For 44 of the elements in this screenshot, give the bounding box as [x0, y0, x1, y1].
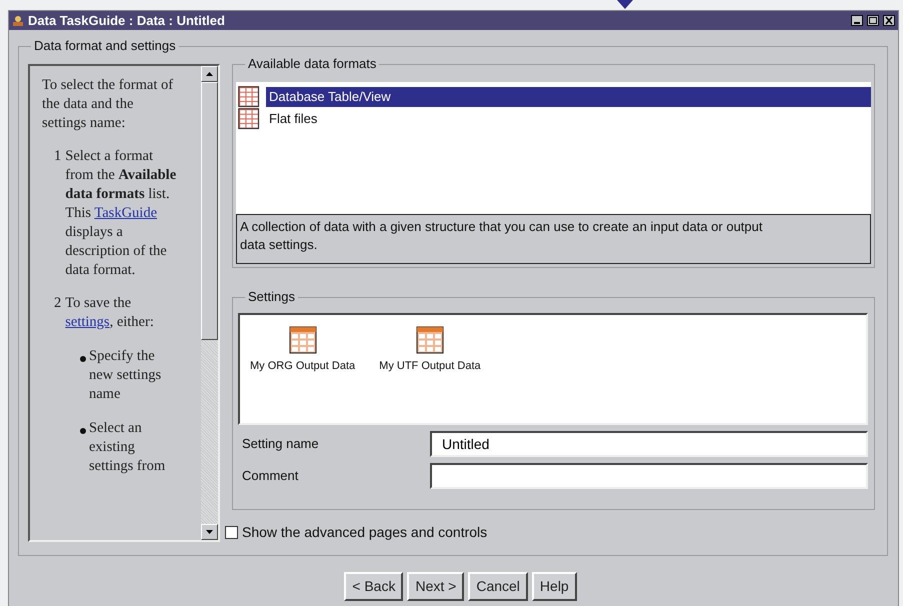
- bullet-text: Specify the new settings name: [89, 347, 162, 404]
- maximize-icon: [868, 16, 878, 25]
- input-field[interactable]: Untitled: [430, 431, 868, 458]
- help-text: To select the format of the data and the settings name:: [42, 76, 174, 133]
- field-label: Comment: [241, 467, 300, 486]
- table-icon: [288, 325, 318, 356]
- dialog-button[interactable]: Help: [532, 572, 577, 601]
- minimize-button[interactable]: [851, 15, 863, 26]
- step-number: 1: [54, 147, 62, 166]
- bullet-icon: [80, 356, 86, 362]
- window-title: Data TaskGuide : Data : Untitled: [28, 12, 226, 30]
- scroll-thumb[interactable]: [201, 82, 218, 340]
- scroll-down-button[interactable]: [201, 524, 218, 540]
- step-text: To save the settings, either:: [65, 294, 155, 332]
- checkbox[interactable]: [225, 526, 238, 539]
- bullet-text: Select an existing settings from: [89, 419, 166, 476]
- description-text: A collection of data with a given structure that you can use to create an input data or output data settings.: [236, 214, 871, 264]
- list-item[interactable]: Database Table/View: [266, 87, 871, 107]
- field-label: Setting name: [241, 435, 320, 454]
- scroll-up-button[interactable]: [201, 66, 218, 82]
- step-text: Select a format from the Available data formats list. This TaskGuide displays a description of the data format.: [65, 147, 178, 280]
- down-arrow-icon: [206, 530, 213, 534]
- help-link[interactable]: settings: [65, 314, 110, 330]
- step-number: 2: [54, 294, 62, 313]
- dialog-button[interactable]: Cancel: [468, 572, 528, 601]
- help-link[interactable]: TaskGuide: [94, 205, 158, 221]
- group-title: Data format and settings: [31, 38, 179, 54]
- input-field[interactable]: [430, 463, 868, 490]
- scrollbar[interactable]: [201, 66, 218, 540]
- settings-item[interactable]: My ORG Output Data: [250, 358, 356, 375]
- settings-item[interactable]: My UTF Output Data: [379, 358, 481, 375]
- pointer-icon: [617, 0, 633, 9]
- maximize-button[interactable]: [867, 15, 879, 26]
- close-button[interactable]: [883, 15, 895, 26]
- list-item[interactable]: Flat files: [266, 109, 871, 129]
- dialog-button[interactable]: < Back: [344, 572, 404, 601]
- bullet-icon: [80, 428, 86, 434]
- up-arrow-icon: [206, 72, 213, 76]
- group-title: Settings: [245, 289, 298, 306]
- checkbox-label: Show the advanced pages and controls: [242, 523, 488, 542]
- close-icon: [884, 16, 894, 25]
- table-icon: [414, 325, 445, 356]
- app-icon: [12, 14, 24, 26]
- dialog-button[interactable]: Next >: [407, 572, 464, 601]
